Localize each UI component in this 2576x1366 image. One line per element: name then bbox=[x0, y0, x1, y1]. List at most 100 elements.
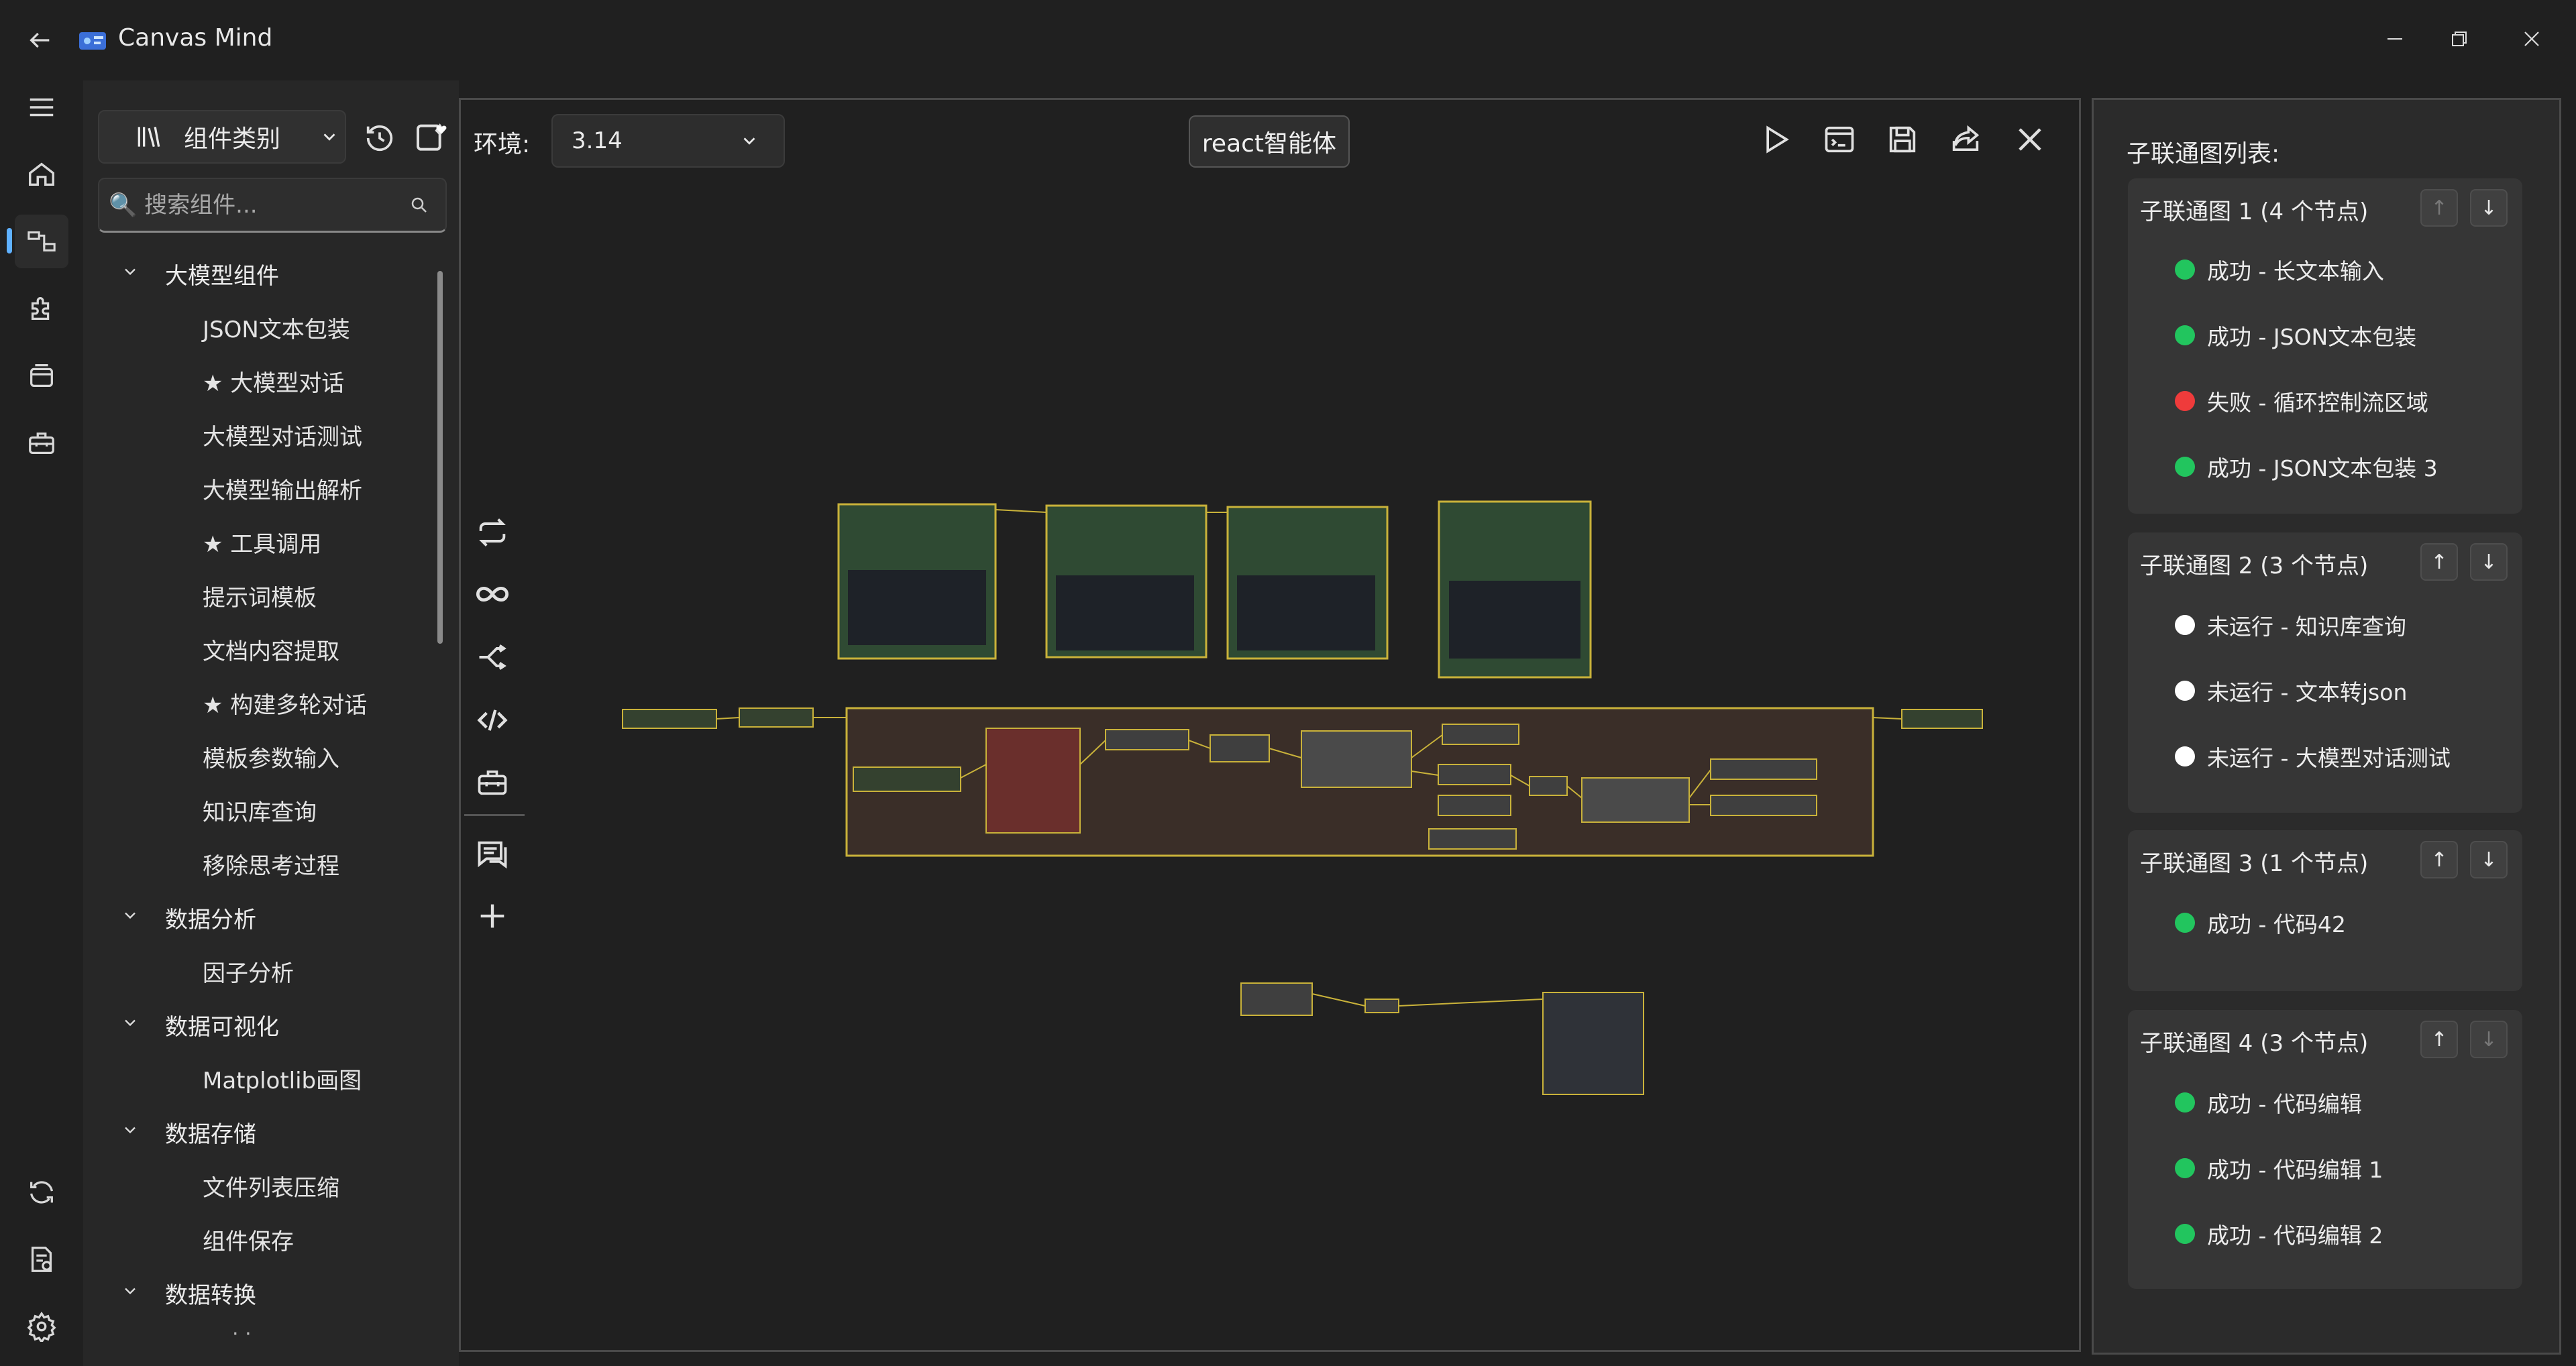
tree-item[interactable]: 文件列表压缩 bbox=[121, 1159, 429, 1212]
move-down-button[interactable]: ↓ bbox=[2470, 543, 2508, 581]
log-icon[interactable] bbox=[15, 1233, 68, 1286]
status-failed-dot bbox=[2175, 391, 2195, 411]
move-up-button[interactable]: ↑ bbox=[2420, 1021, 2458, 1058]
tree-item[interactable]: 提示词模板 bbox=[121, 569, 429, 622]
flow-title[interactable]: react智能体 bbox=[1189, 115, 1350, 168]
tree-item[interactable]: 大模型输出解析 bbox=[121, 461, 429, 515]
subgraph-node[interactable]: 失败 - 循环控制流区域 bbox=[2175, 381, 2428, 421]
subgraph-node[interactable]: 成功 - 代码编辑 2 bbox=[2175, 1214, 2383, 1254]
workflow-icon[interactable] bbox=[15, 215, 68, 268]
menu-icon[interactable] bbox=[15, 80, 68, 134]
node-status-text: 成功 - 代码编辑 bbox=[2207, 1091, 2362, 1117]
gallery-icon[interactable] bbox=[15, 349, 68, 402]
category-button[interactable]: 组件类别 bbox=[98, 110, 346, 164]
app-logo-icon bbox=[78, 27, 109, 54]
subgraph-node[interactable]: 未运行 - 文本转json bbox=[2175, 671, 2407, 711]
tree-group-label: 数据可视化 bbox=[165, 1013, 279, 1041]
subgraph-node[interactable]: 未运行 - 知识库查询 bbox=[2175, 605, 2406, 645]
tree-item[interactable]: 组件保存 bbox=[121, 1212, 429, 1266]
status-success-dot bbox=[2175, 457, 2195, 477]
move-up-button[interactable]: ↑ bbox=[2420, 543, 2458, 581]
favorites-icon[interactable] bbox=[413, 118, 451, 156]
tree-group-analysis[interactable]: 数据分析 bbox=[121, 891, 429, 944]
sync-icon[interactable] bbox=[15, 1165, 68, 1219]
node-status-text: 成功 - 代码编辑 2 bbox=[2207, 1222, 2383, 1249]
plugin-icon[interactable] bbox=[15, 282, 68, 335]
search-icon[interactable] bbox=[409, 195, 429, 215]
code-icon[interactable] bbox=[468, 696, 517, 744]
tree-item[interactable]: 知识库查询 bbox=[121, 783, 429, 837]
tree-item[interactable]: 文档内容提取 bbox=[121, 622, 429, 676]
error-node[interactable] bbox=[985, 728, 1081, 834]
tree-item[interactable]: Matplotlib画图 bbox=[121, 1051, 429, 1105]
tree-group-llm[interactable]: 大模型组件 bbox=[121, 247, 429, 300]
subgraph-node[interactable]: 成功 - JSON文本包装 bbox=[2175, 315, 2416, 355]
tree-item[interactable]: ★ 大模型对话 bbox=[121, 354, 429, 408]
subgraph-card: 子联通图 4 (3 个节点) ↑ ↓ 成功 - 代码编辑 成功 - 代码编辑 1… bbox=[2128, 1010, 2522, 1289]
subgraph-node[interactable]: 未运行 - 大模型对话测试 bbox=[2175, 736, 2451, 777]
code-node[interactable] bbox=[1045, 504, 1208, 659]
move-down-button[interactable]: ↓ bbox=[2470, 1021, 2508, 1058]
node-status-text: 成功 - 代码编辑 1 bbox=[2207, 1157, 2383, 1183]
chevron-down-icon bbox=[121, 1119, 141, 1145]
code-node[interactable] bbox=[1438, 500, 1592, 679]
settings-icon[interactable] bbox=[15, 1300, 68, 1353]
subgraph-node[interactable]: 成功 - 代码编辑 bbox=[2175, 1082, 2362, 1123]
tree-item[interactable]: ★ 工具调用 bbox=[121, 515, 429, 569]
subgraph-title: 子联通图 3 (1 个节点) bbox=[2140, 850, 2369, 877]
toolbox-icon[interactable] bbox=[15, 416, 68, 469]
move-up-button[interactable]: ↑ bbox=[2420, 841, 2458, 878]
close-window-icon[interactable] bbox=[2505, 12, 2559, 66]
chevron-down-icon bbox=[121, 1011, 141, 1038]
search-box[interactable] bbox=[98, 178, 447, 233]
tree-item[interactable]: 移除思考过程 bbox=[121, 837, 429, 891]
subgraph-node[interactable]: 成功 - 长文本输入 bbox=[2175, 249, 2384, 290]
tree-item[interactable]: 大模型对话测试 bbox=[121, 408, 429, 461]
branch-icon[interactable] bbox=[468, 633, 517, 681]
search-input[interactable] bbox=[107, 190, 352, 219]
env-label: 环境: bbox=[474, 131, 531, 158]
share-icon[interactable] bbox=[1941, 115, 1990, 164]
minimize-icon[interactable] bbox=[2368, 12, 2422, 66]
terminal-icon[interactable] bbox=[1815, 115, 1864, 164]
move-down-button[interactable]: ↓ bbox=[2470, 189, 2508, 227]
back-arrow-icon[interactable] bbox=[20, 20, 60, 60]
tree-item[interactable]: 因子分析 bbox=[121, 944, 429, 998]
tree-group-visualization[interactable]: 数据可视化 bbox=[121, 998, 429, 1051]
toolbox-icon[interactable] bbox=[468, 758, 517, 806]
subgraph-node[interactable]: 成功 - 代码42 bbox=[2175, 903, 2346, 943]
infinity-icon[interactable] bbox=[468, 570, 517, 618]
run-icon[interactable] bbox=[1751, 115, 1799, 164]
json-node[interactable] bbox=[739, 707, 814, 728]
add-icon[interactable] bbox=[468, 892, 517, 940]
tree-group-conversion[interactable]: 数据转换 bbox=[121, 1266, 429, 1320]
home-icon[interactable] bbox=[15, 148, 68, 201]
close-icon[interactable] bbox=[2006, 115, 2054, 164]
loop-icon[interactable] bbox=[468, 508, 517, 557]
chat-icon[interactable] bbox=[468, 830, 517, 878]
move-down-button[interactable]: ↓ bbox=[2470, 841, 2508, 878]
tree-item[interactable]: JSON文本包装 bbox=[121, 300, 429, 354]
library-icon bbox=[134, 122, 164, 152]
node-status-text: 未运行 - 文本转json bbox=[2207, 679, 2408, 705]
chevron-down-icon bbox=[319, 127, 339, 147]
tree-group-label: 数据转换 bbox=[165, 1282, 256, 1309]
status-success-dot bbox=[2175, 325, 2195, 345]
input-node[interactable] bbox=[622, 709, 717, 729]
json-node-3[interactable] bbox=[1901, 709, 1983, 729]
history-icon[interactable] bbox=[362, 121, 397, 156]
tree-group-storage[interactable]: 数据存储 bbox=[121, 1105, 429, 1159]
tree-item[interactable]: 模板参数输入 bbox=[121, 730, 429, 783]
env-select[interactable]: 3.14 bbox=[551, 114, 785, 168]
code-node[interactable] bbox=[837, 503, 997, 660]
move-up-button[interactable]: ↑ bbox=[2420, 189, 2458, 227]
chevron-down-icon bbox=[121, 904, 141, 931]
save-icon[interactable] bbox=[1878, 115, 1927, 164]
tree-scrollbar[interactable] bbox=[437, 271, 443, 644]
code-node[interactable] bbox=[1226, 506, 1389, 660]
subgraph-node[interactable]: 成功 - 代码编辑 1 bbox=[2175, 1148, 2383, 1188]
restore-icon[interactable] bbox=[2432, 12, 2486, 66]
tree-item[interactable]: ★ 构建多轮对话 bbox=[121, 676, 429, 730]
subgraph-node[interactable]: 成功 - JSON文本包装 3 bbox=[2175, 447, 2438, 487]
node-status-text: 未运行 - 知识库查询 bbox=[2207, 614, 2406, 640]
